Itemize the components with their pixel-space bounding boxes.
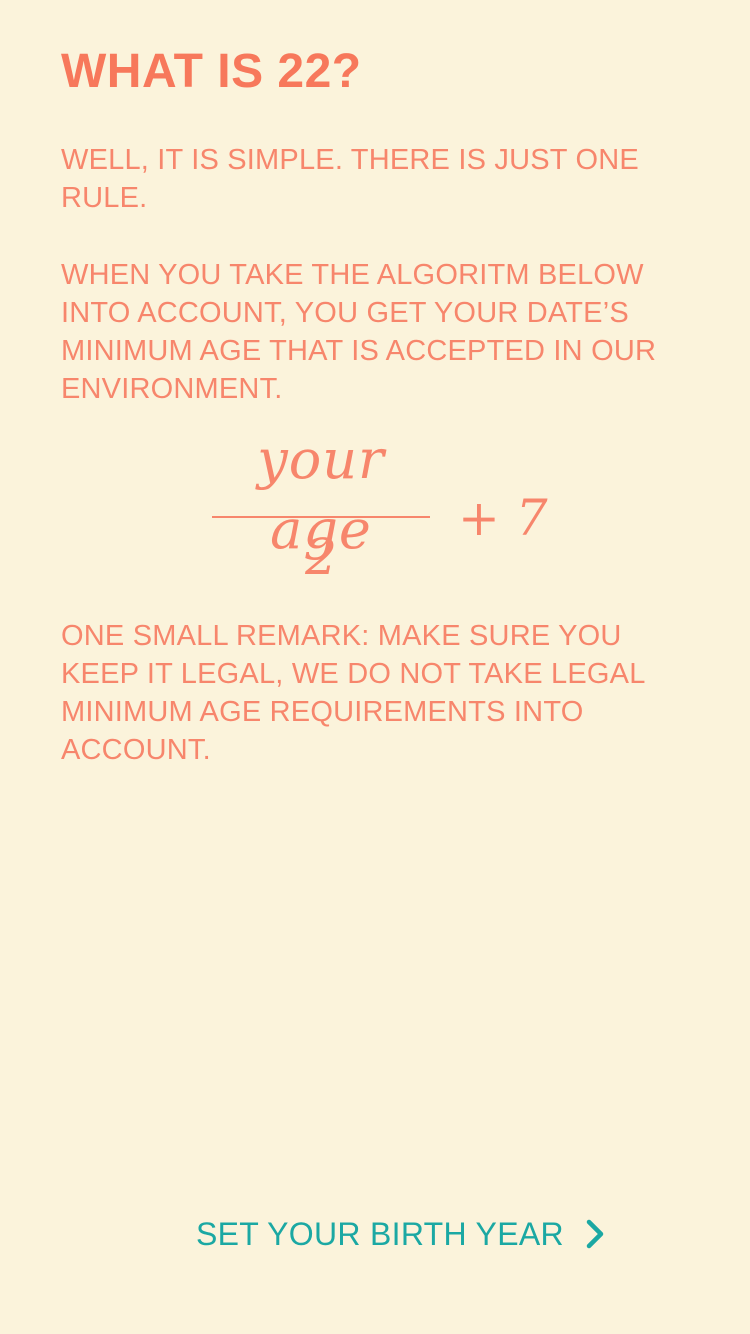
page-title: WHAT IS 22? xyxy=(61,45,362,98)
set-birth-year-label: SET YOUR BIRTH YEAR xyxy=(196,1216,564,1252)
formula-denominator: 2 xyxy=(305,528,337,586)
explanation-paragraph: WHEN YOU TAKE THE ALGORITM BELOW INTO AC… xyxy=(61,259,657,405)
remark-paragraph: ONE SMALL REMARK: MAKE SURE YOU KEEP IT … xyxy=(61,620,645,766)
formula-addend: + 7 xyxy=(458,489,548,547)
age-formula: your age 2 + 7 xyxy=(200,425,560,595)
chevron-right-icon xyxy=(584,1218,606,1250)
intro-paragraph: WELL, IT IS SIMPLE. THERE IS JUST ONE RU… xyxy=(61,144,639,214)
set-birth-year-button[interactable]: SET YOUR BIRTH YEAR xyxy=(196,1208,606,1260)
formula-fraction-line xyxy=(212,516,430,518)
